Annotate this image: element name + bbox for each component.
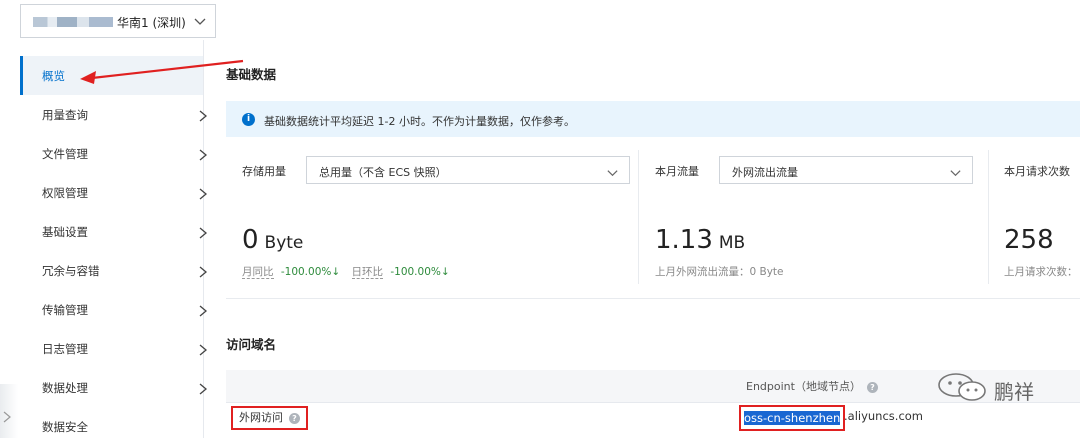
basic-data-title: 基础数据 bbox=[226, 67, 277, 82]
endpoint-selected-text[interactable]: oss-cn-shenzhen bbox=[744, 411, 841, 425]
access-domain-title: 访问域名 bbox=[226, 337, 277, 352]
day-on-day-label: 日环比 bbox=[351, 266, 383, 279]
storage-unit: Byte bbox=[264, 233, 304, 253]
public-access-text: 外网访问 bbox=[239, 411, 283, 424]
traffic-value: 1.13 MB bbox=[655, 225, 745, 255]
day-on-day-value: -100.00%↓ bbox=[390, 266, 450, 278]
endpoint-highlight-box[interactable]: oss-cn-shenzhen bbox=[739, 405, 846, 431]
chevron-down-icon bbox=[949, 164, 962, 183]
public-access-label: 外网访问? bbox=[231, 406, 308, 430]
storage-usage-label: 存储用量 bbox=[242, 165, 286, 178]
traffic-type-value: 外网流出流量 bbox=[732, 166, 798, 179]
storage-usage-value: 0 Byte bbox=[242, 225, 303, 255]
monthly-traffic-label: 本月流量 bbox=[655, 165, 699, 178]
info-banner: i 基础数据统计平均延迟 1-2 小时。不作为计量数据，仅作参考。 bbox=[226, 101, 1080, 137]
requests-value: 258 bbox=[1004, 225, 1054, 255]
help-icon[interactable]: ? bbox=[866, 381, 878, 393]
watermark-text: 鹏祥 bbox=[994, 380, 1034, 404]
last-month-traffic: 上月外网流出流量：0 Byte bbox=[655, 266, 784, 278]
traffic-number: 1.13 bbox=[655, 225, 713, 255]
help-icon[interactable]: ? bbox=[289, 412, 300, 424]
watermark: 鹏祥 bbox=[936, 372, 1034, 406]
last-month-requests: 上月请求次数： bbox=[1004, 266, 1078, 278]
traffic-type-select[interactable]: 外网流出流量 bbox=[719, 156, 973, 184]
storage-compare: 月同比 -100.00%↓ 日环比 -100.00%↓ bbox=[242, 264, 450, 279]
section-divider bbox=[226, 298, 1080, 299]
storage-type-value: 总用量（不含 ECS 快照） bbox=[319, 166, 447, 179]
storage-type-select[interactable]: 总用量（不含 ECS 快照） bbox=[306, 156, 630, 184]
endpoint-column-header: Endpoint（地域节点）? bbox=[746, 378, 878, 394]
storage-number: 0 bbox=[242, 225, 259, 255]
endpoint-suffix: .aliyuncs.com bbox=[844, 409, 924, 423]
endpoint-column-label: Endpoint（地域节点） bbox=[746, 380, 861, 393]
metric-separator bbox=[638, 150, 639, 284]
info-icon: i bbox=[242, 113, 255, 126]
info-text: 基础数据统计平均延迟 1-2 小时。不作为计量数据，仅作参考。 bbox=[264, 115, 575, 128]
chat-bubble-icon bbox=[938, 373, 986, 401]
month-on-month-value: -100.00%↓ bbox=[280, 266, 341, 278]
month-on-month-label: 月同比 bbox=[242, 266, 274, 279]
traffic-unit: MB bbox=[718, 233, 746, 253]
chevron-right-icon[interactable] bbox=[2, 408, 12, 427]
metric-separator bbox=[988, 150, 989, 284]
monthly-requests-label: 本月请求次数 bbox=[1004, 165, 1070, 178]
chevron-down-icon bbox=[606, 164, 619, 183]
